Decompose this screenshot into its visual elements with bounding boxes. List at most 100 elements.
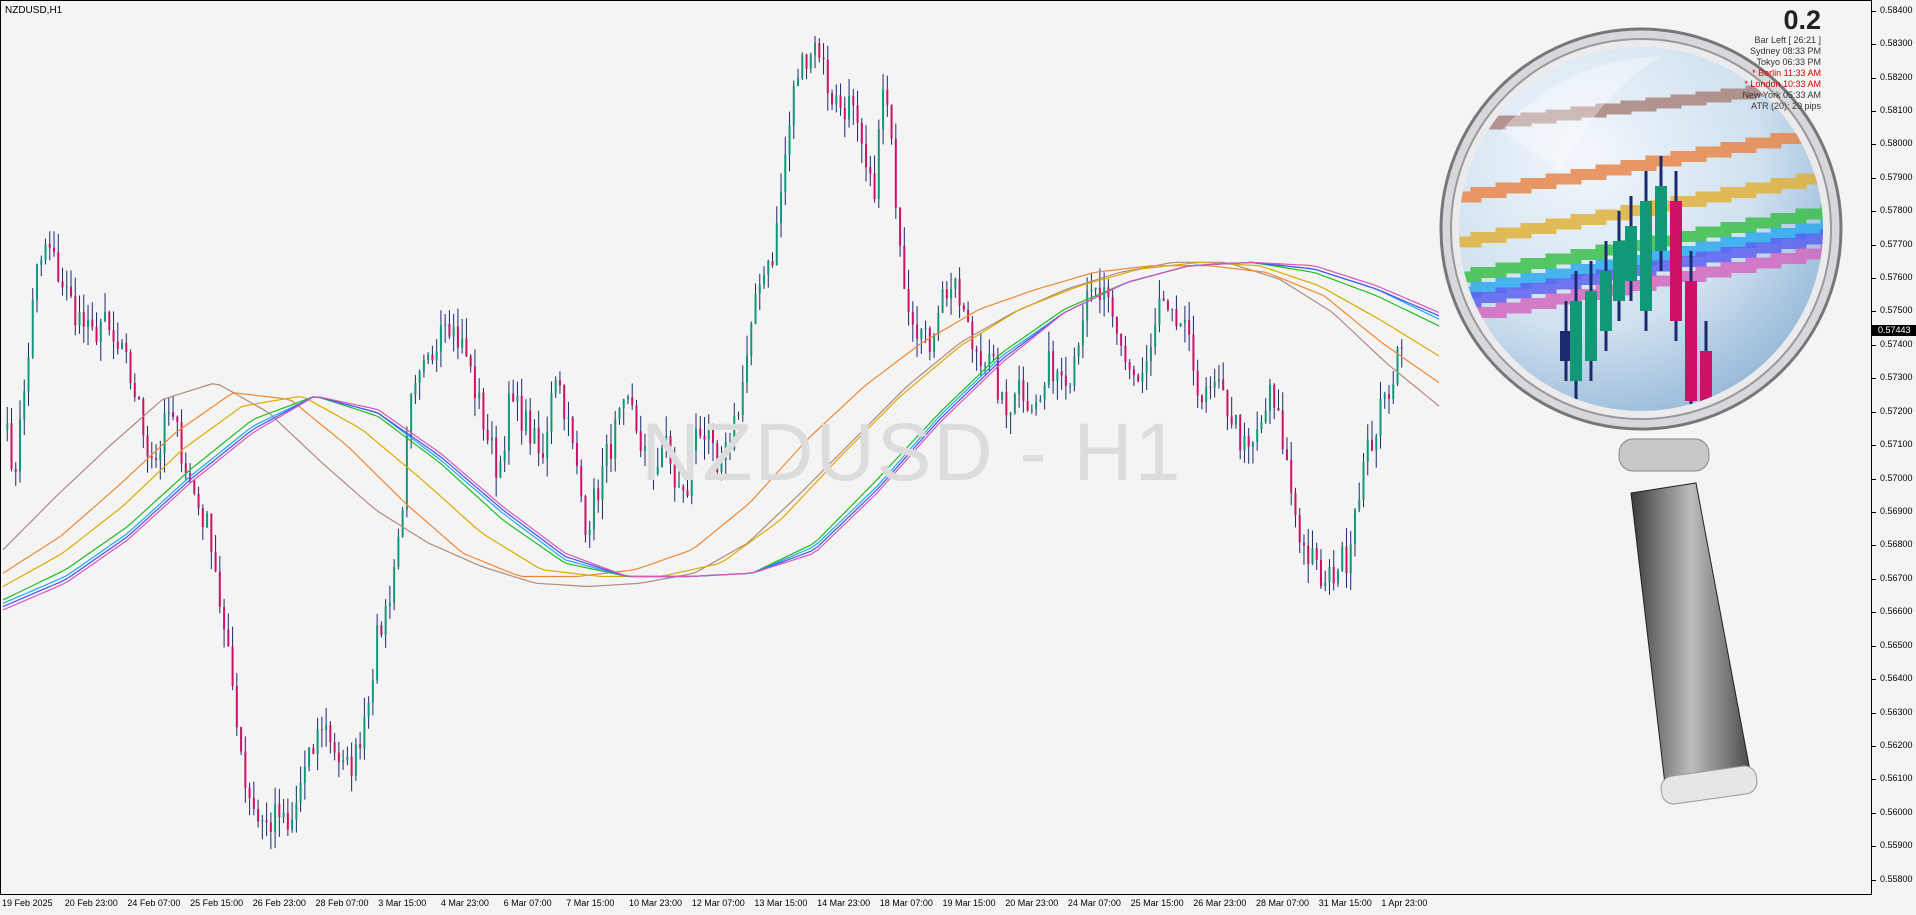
price-tick-label: 0.56100: [1880, 773, 1913, 784]
info-row-value: 10:33 AM: [1780, 79, 1821, 89]
time-tick-label: 25 Mar 15:00: [1130, 898, 1184, 908]
info-row-label: Tokyo: [1756, 57, 1780, 67]
price-tick-mark: [1872, 812, 1876, 814]
time-tick-label: 12 Mar 07:00: [691, 898, 745, 908]
time-tick-label: 28 Mar 07:00: [1256, 898, 1310, 908]
time-tick-label: 18 Mar 07:00: [879, 898, 933, 908]
info-row: * Berlin 11:33 AM: [1742, 68, 1821, 79]
price-tick-label: 0.56700: [1880, 572, 1913, 583]
info-row-label: ATR (20):: [1751, 101, 1790, 111]
info-row-label: Sydney: [1749, 46, 1780, 56]
info-row-value: 05:33 AM: [1780, 90, 1821, 100]
price-tick-label: 0.56000: [1880, 806, 1913, 817]
price-tick-label: 0.55900: [1880, 840, 1913, 851]
price-tick-label: 0.58100: [1880, 104, 1913, 115]
time-tick-label: 3 Mar 15:00: [378, 898, 427, 908]
price-tick-label: 0.56800: [1880, 539, 1913, 550]
price-tick-label: 0.57000: [1880, 472, 1913, 483]
time-tick-label: 7 Mar 15:00: [566, 898, 615, 908]
price-tick-label: 0.57700: [1880, 238, 1913, 249]
price-tick-label: 0.57600: [1880, 272, 1913, 283]
info-row-value: 06:33 PM: [1779, 57, 1821, 67]
time-tick-label: 6 Mar 07:00: [503, 898, 552, 908]
price-tick-label: 0.56200: [1880, 739, 1913, 750]
price-tick-mark: [1872, 378, 1876, 380]
price-tick-label: 0.55800: [1880, 873, 1913, 884]
price-tick-mark: [1872, 77, 1876, 79]
price-tick-label: 0.57100: [1880, 439, 1913, 450]
price-tick-label: 0.58000: [1880, 138, 1913, 149]
time-tick-label: 24 Feb 07:00: [127, 898, 181, 908]
price-tick-mark: [1872, 779, 1876, 781]
time-tick-label: 26 Feb 23:00: [252, 898, 306, 908]
time-tick-label: 1 Apr 23:00: [1381, 898, 1428, 908]
price-tick-label: 0.56600: [1880, 606, 1913, 617]
price-tick-mark: [1872, 144, 1876, 146]
current-price-badge: 0.57443: [1872, 324, 1916, 336]
time-tick-label: 14 Mar 23:00: [817, 898, 871, 908]
info-row-value: [ 26:21 ]: [1785, 35, 1821, 45]
info-row-label: New York: [1742, 90, 1781, 100]
magnifier-icon: [1439, 27, 1843, 805]
chart-area[interactable]: NZDUSD - H1 NZDUSD,H1 0.2 Bar Left [ 26:…: [0, 0, 1872, 895]
price-tick-label: 0.56300: [1880, 706, 1913, 717]
info-panel: 0.2 Bar Left [ 26:21 ] Sydney 08:33 PM Tok…: [1742, 5, 1821, 112]
price-tick-label: 0.57500: [1880, 305, 1913, 316]
time-tick-label: 4 Mar 23:00: [440, 898, 489, 908]
price-tick-mark: [1872, 645, 1876, 647]
time-tick-label: 31 Mar 15:00: [1318, 898, 1372, 908]
info-row: Bar Left [ 26:21 ]: [1742, 35, 1821, 46]
price-tick-mark: [1872, 679, 1876, 681]
price-tick-label: 0.57200: [1880, 405, 1913, 416]
time-tick-label: 20 Feb 23:00: [64, 898, 118, 908]
price-tick-mark: [1872, 278, 1876, 280]
price-tick-label: 0.57800: [1880, 205, 1913, 216]
time-tick-label: 26 Mar 23:00: [1193, 898, 1247, 908]
price-tick-mark: [1872, 478, 1876, 480]
price-axis[interactable]: 0.58400 0.58300 0.58200 0.58100 0.58000 0.579…: [1872, 0, 1916, 895]
price-tick-label: 0.58200: [1880, 71, 1913, 82]
info-row-value: 08:33 PM: [1779, 46, 1821, 56]
time-tick-label: 13 Mar 15:00: [754, 898, 808, 908]
info-row: ATR (20): 20 pips: [1742, 101, 1821, 112]
price-tick-mark: [1872, 745, 1876, 747]
time-axis[interactable]: 19 Feb 2025 20 Feb 23:00 24 Feb 07:00 25 Fe…: [0, 895, 1872, 915]
info-row-label: Bar Left: [1754, 35, 1786, 45]
price-tick-mark: [1872, 712, 1876, 714]
price-tick-mark: [1872, 211, 1876, 213]
info-row-label: * London: [1744, 79, 1781, 89]
price-tick-mark: [1872, 344, 1876, 346]
time-tick-label: 19 Feb 2025: [2, 898, 53, 908]
price-tick-mark: [1872, 846, 1876, 848]
price-tick-mark: [1872, 244, 1876, 246]
price-tick-label: 0.56900: [1880, 506, 1913, 516]
price-tick-mark: [1872, 177, 1876, 179]
price-tick-mark: [1872, 879, 1876, 881]
spread-value: 0.2: [1783, 5, 1821, 35]
price-tick-mark: [1872, 445, 1876, 447]
price-tick-label: 0.56400: [1880, 673, 1913, 684]
info-row-value: 20 pips: [1789, 101, 1821, 111]
price-tick-mark: [1872, 545, 1876, 547]
price-tick-mark: [1872, 512, 1876, 513]
info-row: Sydney 08:33 PM: [1742, 46, 1821, 57]
price-tick-label: 0.58400: [1880, 4, 1913, 15]
price-tick-mark: [1872, 110, 1876, 112]
price-tick-label: 0.56500: [1880, 639, 1913, 650]
time-tick-label: 24 Mar 07:00: [1067, 898, 1121, 908]
time-tick-label: 25 Feb 15:00: [190, 898, 244, 908]
price-tick-mark: [1872, 411, 1876, 413]
price-tick-label: 0.57300: [1880, 372, 1913, 383]
info-row-label: * Berlin: [1752, 68, 1782, 78]
price-tick-label: 0.57400: [1880, 338, 1913, 349]
time-tick-label: 20 Mar 23:00: [1005, 898, 1059, 908]
price-tick-mark: [1872, 612, 1876, 614]
time-tick-label: 28 Feb 07:00: [315, 898, 369, 908]
price-tick-label: 0.58300: [1880, 38, 1913, 49]
info-row: * London 10:33 AM: [1742, 79, 1821, 90]
price-tick-mark: [1872, 44, 1876, 46]
magnifier-handle: [1630, 482, 1752, 794]
time-tick-label: 19 Mar 15:00: [942, 898, 996, 908]
price-tick-mark: [1872, 578, 1876, 580]
price-tick-mark: [1872, 10, 1876, 12]
